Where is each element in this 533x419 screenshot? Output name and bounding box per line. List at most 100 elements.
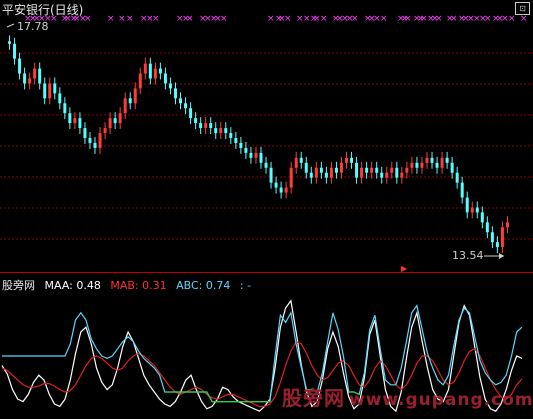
candle-body	[470, 207, 474, 213]
high-arrow	[6, 23, 15, 28]
candle-body	[445, 157, 449, 163]
candle-body	[239, 142, 243, 148]
candle-body	[73, 118, 77, 124]
candle-body	[360, 167, 364, 178]
window-toggle-icon[interactable]: ⊡	[515, 2, 530, 15]
candle-body	[370, 167, 374, 173]
candle-body	[314, 167, 318, 178]
price-chart[interactable]: ×××××× ×××××× × × × ××× ××× ××××× × ××× × × ×× × ×××××…	[0, 0, 533, 273]
candle-body	[430, 157, 434, 163]
candle-body	[43, 83, 47, 99]
signal-marker: ×	[520, 14, 528, 24]
candle-body	[460, 182, 464, 198]
candle-body	[400, 172, 404, 178]
signal-marker: ×	[118, 14, 126, 24]
signal-marker: ×	[450, 14, 458, 24]
watermark-url: www.gupang.com	[349, 390, 533, 410]
candle-body	[163, 73, 167, 84]
candle-body	[440, 157, 444, 168]
signal-marker: ×	[435, 14, 443, 24]
signal-marker: ×	[220, 14, 228, 24]
candle-body	[53, 83, 57, 94]
indicator-extra: : -	[239, 279, 252, 292]
candle-body	[355, 162, 359, 178]
candle-body	[299, 157, 303, 163]
signal-marker: ×	[152, 14, 160, 24]
low-arrow-head	[499, 253, 504, 259]
candle-body	[294, 157, 298, 168]
price-high-label: 17.78	[17, 20, 49, 33]
signal-marker: ×	[380, 14, 388, 24]
candle-body	[435, 162, 439, 168]
candle-body	[485, 222, 489, 233]
watermark: 股旁网 www.gupang.com	[282, 382, 533, 411]
indicator-name: 股旁网	[2, 279, 35, 292]
candle-body	[319, 167, 323, 173]
candle-body	[420, 162, 424, 168]
maa-value: MAA: 0.48	[44, 279, 101, 292]
candle-body	[219, 128, 223, 134]
panel-divider	[0, 272, 533, 273]
candle-body	[123, 98, 127, 114]
signal-marker: ×	[404, 14, 412, 24]
abc-value: ABC: 0.74	[176, 279, 231, 292]
candle-body	[133, 88, 137, 104]
candle-body	[194, 118, 198, 124]
signal-marker: ×	[351, 14, 359, 24]
signal-marker: ×	[107, 14, 115, 24]
candle-body	[289, 167, 293, 188]
candle-body	[103, 128, 107, 134]
candle-body	[58, 93, 62, 104]
candle-body	[244, 147, 248, 153]
candle-body	[118, 113, 122, 124]
candle-body	[224, 128, 228, 134]
candle-body	[234, 138, 238, 143]
candle-body	[475, 207, 479, 213]
candle-body	[365, 167, 369, 173]
candle-body	[264, 162, 268, 168]
signal-marker: ×	[267, 14, 275, 24]
candle-body	[143, 63, 147, 74]
candle-body	[505, 222, 509, 228]
candle-body	[455, 172, 459, 183]
candle-body	[254, 152, 258, 158]
candle-body	[78, 118, 82, 129]
indicator-legend: 股旁网 MAA: 0.48 MAB: 0.31 ABC: 0.74 : -	[2, 277, 257, 293]
candle-body	[68, 113, 72, 124]
watermark-text: 股旁网	[282, 386, 345, 410]
candle-body	[495, 242, 499, 248]
candle-body	[83, 128, 87, 138]
candle-body	[153, 68, 157, 79]
candle-body	[405, 167, 409, 173]
candle-body	[329, 167, 333, 178]
candle-body	[138, 73, 142, 89]
candle-body	[23, 73, 27, 84]
candle-body	[375, 167, 379, 173]
signal-marker: ×	[186, 14, 194, 24]
candle-body	[450, 162, 454, 173]
candle-body	[425, 157, 429, 163]
candle-body	[158, 68, 162, 74]
candle-body	[13, 43, 17, 59]
candle-body	[334, 167, 338, 173]
candle-body	[350, 157, 354, 163]
candle-body	[324, 172, 328, 178]
candle-body	[63, 103, 67, 114]
candle-body	[128, 98, 132, 104]
stock-chart-window: × × × × × × × × × × × × × × × × × × × × × × × × × × × × × × × × × × × × × × × ×…	[0, 0, 533, 419]
candle-body	[88, 138, 92, 143]
candle-body	[465, 197, 469, 213]
candle-body	[209, 123, 213, 129]
signal-marker: ×	[484, 14, 492, 24]
candle-body	[189, 108, 193, 119]
candle-body	[309, 172, 313, 178]
candle-body	[249, 152, 253, 158]
candle-body	[38, 68, 42, 84]
candle-body	[199, 123, 203, 129]
mab-value: MAB: 0.31	[110, 279, 167, 292]
candle-body	[490, 232, 494, 243]
candle-body	[184, 103, 188, 109]
candle-body	[284, 187, 288, 193]
candle-body	[395, 167, 399, 178]
candle-body	[274, 182, 278, 188]
